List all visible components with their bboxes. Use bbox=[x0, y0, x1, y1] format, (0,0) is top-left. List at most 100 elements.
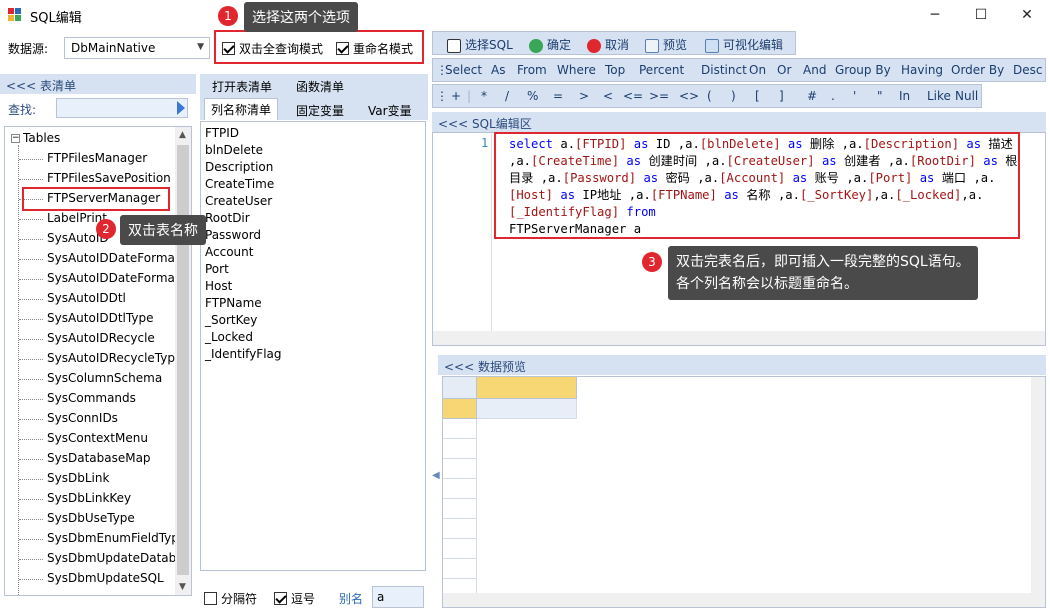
operator-button[interactable]: >= bbox=[649, 89, 669, 103]
operator-button[interactable]: ] bbox=[779, 89, 784, 103]
preview-grid[interactable] bbox=[442, 376, 1046, 608]
tree-item[interactable]: SysDbLink bbox=[47, 471, 109, 485]
keyword-button[interactable]: Select bbox=[445, 63, 482, 77]
preview-button[interactable]: 预览 bbox=[645, 36, 687, 53]
column-item[interactable]: CreateTime bbox=[205, 177, 274, 191]
column-list[interactable]: FTPID blnDelete Description CreateTime Creat… bbox=[200, 121, 426, 571]
comma-option[interactable]: 逗号 bbox=[274, 590, 315, 607]
tree-item[interactable]: SysDbLinkKey bbox=[47, 491, 131, 505]
column-item[interactable]: _Locked bbox=[205, 330, 253, 344]
operator-button[interactable]: * bbox=[481, 89, 487, 103]
sql-panel-header[interactable]: <<< SQL编辑区 bbox=[432, 112, 1046, 132]
tree-item[interactable]: FTPFilesSavePosition bbox=[47, 171, 171, 185]
operator-button[interactable]: # bbox=[807, 89, 817, 103]
column-item[interactable]: _IdentifyFlag bbox=[205, 347, 282, 361]
rename-option[interactable]: 重命名模式 bbox=[336, 40, 413, 57]
scroll-up-icon[interactable]: ▲ bbox=[179, 130, 186, 140]
keyword-button[interactable]: Or bbox=[777, 63, 791, 77]
grid-row-header[interactable] bbox=[443, 399, 477, 419]
column-item[interactable]: CreateUser bbox=[205, 194, 272, 208]
toolbar-grip-icon[interactable]: ⋮ bbox=[436, 89, 448, 103]
operator-button[interactable]: <= bbox=[623, 89, 643, 103]
operator-button[interactable]: ( bbox=[707, 89, 712, 103]
grid-hscrollbar[interactable] bbox=[443, 593, 1033, 607]
tree-item[interactable]: SysContextMenu bbox=[47, 431, 148, 445]
fullquery-option[interactable]: 双击全查询模式 bbox=[222, 40, 323, 57]
tab-open-tables[interactable]: 打开表清单 bbox=[206, 76, 278, 97]
splitter-handle[interactable]: ◀ bbox=[432, 470, 440, 500]
operator-button[interactable]: <> bbox=[679, 89, 699, 103]
operator-button[interactable]: [ bbox=[755, 89, 760, 103]
tree-item[interactable]: SysAutoIDRecycleType bbox=[47, 351, 182, 365]
keyword-button[interactable]: Distinct bbox=[701, 63, 747, 77]
editor-hscrollbar[interactable] bbox=[433, 331, 1045, 345]
tree-item[interactable]: SysAutoIDDtlType bbox=[47, 311, 153, 325]
operator-button[interactable]: ' bbox=[853, 89, 856, 103]
tree-item[interactable]: SysDbUseType bbox=[47, 511, 135, 525]
grid-vscrollbar[interactable] bbox=[1031, 377, 1045, 607]
column-item[interactable]: _SortKey bbox=[205, 313, 257, 327]
datasource-select[interactable]: DbMainNative ▼ bbox=[64, 37, 210, 59]
column-item[interactable]: Description bbox=[205, 160, 273, 174]
separator-option[interactable]: 分隔符 bbox=[204, 590, 257, 607]
rename-checkbox[interactable] bbox=[336, 42, 349, 55]
column-item[interactable]: Password bbox=[205, 228, 261, 242]
tree-item[interactable]: SysAutoIDRecycle bbox=[47, 331, 155, 345]
tree-root[interactable]: − Tables bbox=[11, 131, 60, 145]
tree-item[interactable]: SysAutoIDDtl bbox=[47, 291, 126, 305]
grid-column-header[interactable] bbox=[477, 377, 577, 399]
tree-item[interactable]: SysConnIDs bbox=[47, 411, 118, 425]
keyword-button[interactable]: Top bbox=[605, 63, 625, 77]
tree-item[interactable]: SysAutoIDDateFormat bbox=[47, 251, 180, 265]
separator-checkbox[interactable] bbox=[204, 592, 217, 605]
grid-row-header-empty[interactable] bbox=[443, 439, 477, 459]
operator-button[interactable]: Null bbox=[955, 89, 978, 103]
grid-cell[interactable] bbox=[477, 399, 577, 419]
cancel-button[interactable]: 取消 bbox=[587, 36, 629, 53]
keyword-button[interactable]: Having bbox=[901, 63, 943, 77]
grid-row-header-empty[interactable] bbox=[443, 519, 477, 539]
tree-item[interactable]: SysDbmEnumFieldTyp bbox=[47, 531, 179, 545]
grid-row-header-empty[interactable] bbox=[443, 559, 477, 579]
column-item[interactable]: FTPName bbox=[205, 296, 262, 310]
column-item[interactable]: FTPID bbox=[205, 126, 239, 140]
tree-item[interactable]: FTPFilesManager bbox=[47, 151, 147, 165]
preview-panel-header[interactable]: <<< 数据预览 bbox=[438, 355, 1046, 375]
maximize-button[interactable]: ☐ bbox=[958, 0, 1004, 30]
alias-input[interactable]: a bbox=[372, 586, 424, 608]
operator-button[interactable]: " bbox=[877, 89, 883, 103]
select-sql-button[interactable]: 选择SQL bbox=[447, 36, 513, 53]
keyword-button[interactable]: As bbox=[491, 63, 505, 77]
keyword-button[interactable]: Desc bbox=[1013, 63, 1042, 77]
search-go-icon[interactable] bbox=[177, 101, 185, 115]
grid-corner[interactable] bbox=[443, 377, 477, 399]
keyword-button[interactable]: Percent bbox=[639, 63, 684, 77]
keyword-button[interactable]: On bbox=[749, 63, 766, 77]
tree-item[interactable]: SysAutoIDDateFormat bbox=[47, 271, 180, 285]
tab-var-vars[interactable]: Var变量 bbox=[362, 100, 418, 121]
tree-scrollbar[interactable]: ▲ ▼ bbox=[175, 127, 191, 595]
tab-fixed-vars[interactable]: 固定变量 bbox=[290, 100, 350, 121]
column-item[interactable]: RootDir bbox=[205, 211, 250, 225]
visual-edit-button[interactable]: 可视化编辑 bbox=[705, 36, 783, 53]
operator-button[interactable]: . bbox=[831, 89, 835, 103]
operator-button[interactable]: / bbox=[505, 89, 509, 103]
scroll-thumb[interactable] bbox=[177, 145, 189, 575]
column-item[interactable]: Host bbox=[205, 279, 232, 293]
ok-button[interactable]: 确定 bbox=[529, 36, 571, 53]
grid-row-header-empty[interactable] bbox=[443, 479, 477, 499]
scroll-down-icon[interactable]: ▼ bbox=[179, 582, 186, 592]
operator-button[interactable]: % bbox=[527, 89, 538, 103]
column-item[interactable]: Port bbox=[205, 262, 229, 276]
operator-button[interactable]: > bbox=[579, 89, 589, 103]
operator-button[interactable]: Like bbox=[927, 89, 951, 103]
comma-checkbox[interactable] bbox=[274, 592, 287, 605]
grid-row-header-empty[interactable] bbox=[443, 539, 477, 559]
tree-item[interactable]: SysColumnSchema bbox=[47, 371, 162, 385]
tree-item[interactable]: SysDatabaseMap bbox=[47, 451, 151, 465]
operator-button[interactable]: = bbox=[553, 89, 563, 103]
grid-row-header-empty[interactable] bbox=[443, 419, 477, 439]
minimize-button[interactable]: ─ bbox=[912, 0, 958, 30]
keyword-button[interactable]: And bbox=[803, 63, 826, 77]
fullquery-checkbox[interactable] bbox=[222, 42, 235, 55]
